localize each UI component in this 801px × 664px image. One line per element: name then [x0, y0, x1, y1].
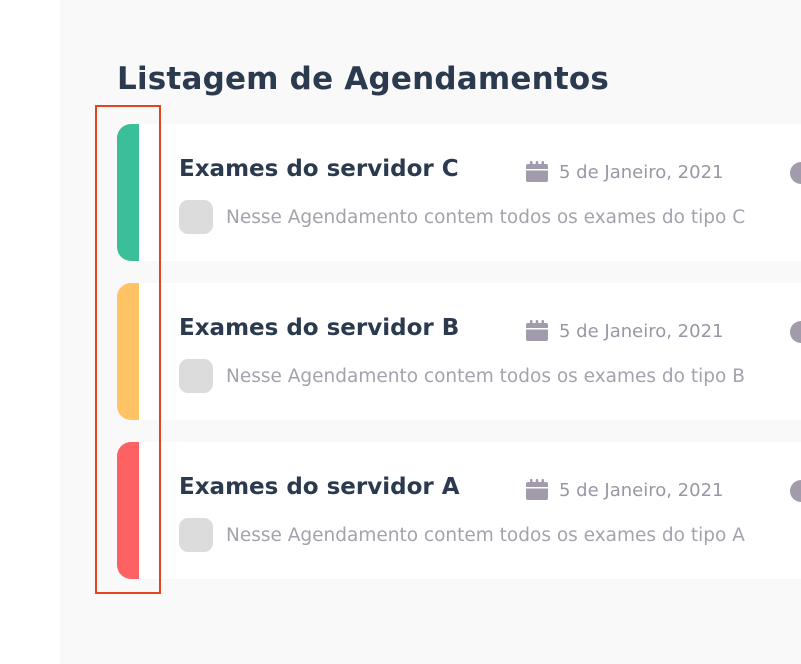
appointment-description-row: Nesse Agendamento contem todos os exames… — [179, 518, 745, 552]
appointment-title: Exames do servidor C — [179, 156, 459, 182]
appointment-item-a[interactable]: Exames do servidor A 5 de Janeiro, 2021 … — [117, 442, 801, 579]
appointment-card — [139, 442, 801, 579]
appointment-description: Nesse Agendamento contem todos os exames… — [226, 365, 745, 387]
appointment-date: 5 de Janeiro, 2021 — [525, 319, 724, 343]
page: Listagem de Agendamentos Exames do servi… — [0, 0, 801, 664]
appointment-description: Nesse Agendamento contem todos os exames… — [226, 206, 746, 228]
calendar-icon — [526, 320, 548, 341]
appointment-title: Exames do servidor B — [179, 315, 460, 341]
appointment-card — [139, 124, 801, 261]
appointment-date-text: 5 de Janeiro, 2021 — [559, 479, 724, 501]
avatar-placeholder — [179, 518, 213, 552]
appointment-card — [139, 283, 801, 420]
appointment-date-text: 5 de Janeiro, 2021 — [559, 320, 724, 342]
appointment-item-b[interactable]: Exames do servidor B 5 de Janeiro, 2021 … — [117, 283, 801, 420]
page-title: Listagem de Agendamentos — [117, 60, 610, 97]
appointment-date: 5 de Janeiro, 2021 — [525, 478, 724, 502]
appointment-date: 5 de Janeiro, 2021 — [525, 160, 724, 184]
avatar-placeholder — [179, 359, 213, 393]
highlight-box — [95, 105, 161, 594]
appointment-title: Exames do servidor A — [179, 474, 460, 500]
avatar-placeholder — [179, 200, 213, 234]
appointment-description-row: Nesse Agendamento contem todos os exames… — [179, 359, 745, 393]
appointment-item-c[interactable]: Exames do servidor C 5 de Janeiro, 2021 … — [117, 124, 801, 261]
calendar-icon — [526, 161, 548, 182]
appointment-date-text: 5 de Janeiro, 2021 — [559, 161, 724, 183]
appointment-description-row: Nesse Agendamento contem todos os exames… — [179, 200, 745, 234]
calendar-icon — [526, 479, 548, 500]
appointment-description: Nesse Agendamento contem todos os exames… — [226, 524, 745, 546]
